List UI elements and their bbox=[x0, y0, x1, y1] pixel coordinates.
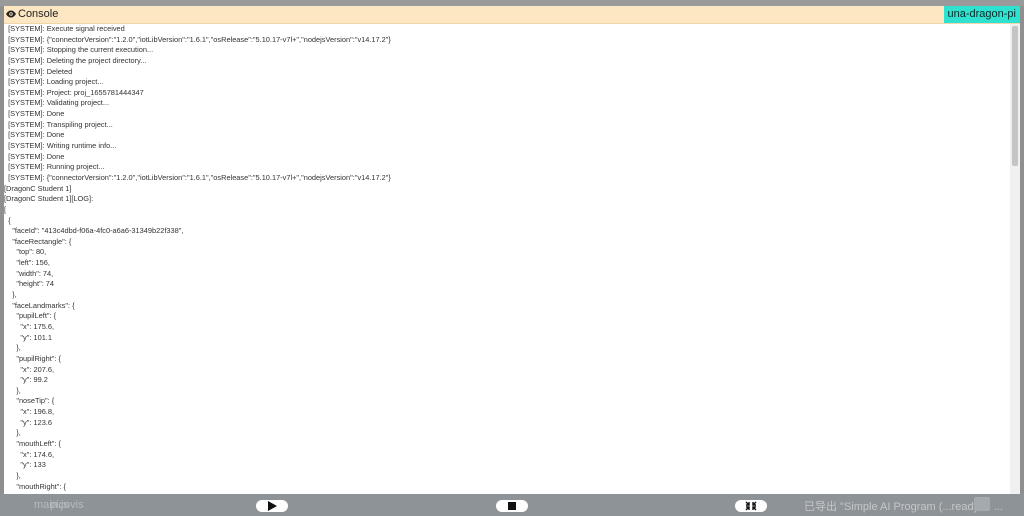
log-line: "x": 175.6, bbox=[4, 321, 55, 331]
log-line: }, bbox=[4, 470, 21, 480]
log-line: [SYSTEM]: {"connectorVersion":"1.2.0","i… bbox=[4, 34, 391, 44]
play-icon bbox=[268, 501, 277, 511]
console-log[interactable]: [SYSTEM]: Execute signal received [SYSTE… bbox=[4, 24, 1008, 494]
log-line: "x": 207.6, bbox=[4, 364, 55, 374]
log-line: [SYSTEM]: Writing runtime info... bbox=[4, 141, 117, 151]
collapse-button[interactable] bbox=[735, 500, 767, 512]
log-line: "mouthLeft": { bbox=[4, 438, 62, 448]
log-line: [SYSTEM]: Loading project... bbox=[4, 77, 104, 87]
log-line: "faceId": "413c4dbd-f06a-4fc0-a6a6-31349… bbox=[4, 226, 184, 236]
log-line: [DragonC Student 1] bbox=[4, 183, 72, 193]
log-line: [SYSTEM]: Running project... bbox=[4, 162, 105, 172]
log-line: "y": 99.2 bbox=[4, 375, 48, 385]
log-line: "height": 74 bbox=[4, 279, 55, 289]
stop-button[interactable] bbox=[496, 500, 528, 512]
console-panel: Console una-dragon-pi [SYSTEM]: Execute … bbox=[4, 6, 1020, 494]
play-button[interactable] bbox=[256, 500, 288, 512]
log-line: "faceRectangle": { bbox=[4, 236, 72, 246]
log-line: "left": 156, bbox=[4, 258, 50, 268]
log-line: [SYSTEM]: Deleted bbox=[4, 66, 73, 76]
log-line: [SYSTEM]: Project: proj_1655781444347 bbox=[4, 87, 144, 97]
log-line: [SYSTEM]: Done bbox=[4, 130, 65, 140]
log-line: }, bbox=[4, 428, 21, 438]
backdrop-file-tab-2: picovis bbox=[50, 499, 84, 511]
log-line: }, bbox=[4, 343, 21, 353]
console-scrollbar[interactable] bbox=[1010, 24, 1020, 494]
log-line: "noseTip": { bbox=[4, 396, 55, 406]
log-line: "y": 101.1 bbox=[4, 332, 52, 342]
log-line: [ bbox=[4, 204, 7, 214]
device-badge[interactable]: una-dragon-pi bbox=[943, 6, 1020, 23]
stop-icon bbox=[508, 502, 516, 510]
log-line: [SYSTEM]: Deleting the project directory… bbox=[4, 55, 147, 65]
log-line: "pupilRight": { bbox=[4, 353, 62, 363]
collapse-icon bbox=[745, 501, 757, 511]
log-line: "top": 80, bbox=[4, 247, 47, 257]
log-line: [SYSTEM]: Done bbox=[4, 109, 65, 119]
log-line: [SYSTEM]: Done bbox=[4, 151, 65, 161]
log-line: { bbox=[4, 215, 11, 225]
log-line: "width": 74, bbox=[4, 268, 54, 278]
log-line: }, bbox=[4, 290, 17, 300]
log-line: [SYSTEM]: Transpiling project... bbox=[4, 119, 113, 129]
log-line: [SYSTEM]: Stopping the current execution… bbox=[4, 45, 154, 55]
log-line: [SYSTEM]: Execute signal received bbox=[4, 24, 125, 33]
eye-icon[interactable] bbox=[5, 9, 17, 19]
log-line: "x": 174.6, bbox=[4, 449, 55, 459]
scrollbar-thumb[interactable] bbox=[1012, 26, 1018, 166]
log-line: "y": 123.6 bbox=[4, 417, 52, 427]
log-line: [SYSTEM]: Validating project... bbox=[4, 98, 110, 108]
log-line: "pupilLeft": { bbox=[4, 311, 57, 321]
log-line: [SYSTEM]: {"connectorVersion":"1.2.0","i… bbox=[4, 172, 391, 182]
console-header: Console una-dragon-pi bbox=[4, 6, 1020, 24]
log-line: "faceLandmarks": { bbox=[4, 300, 75, 310]
log-line: "y": 133 bbox=[4, 460, 46, 470]
log-line: [DragonC Student 1][LOG]: bbox=[4, 194, 94, 204]
log-line: "mouthRight": { bbox=[4, 481, 66, 491]
log-line: "x": 196.8, bbox=[4, 407, 55, 417]
log-line: }, bbox=[4, 385, 21, 395]
console-title: Console bbox=[18, 8, 59, 20]
backdrop-button bbox=[974, 497, 990, 511]
